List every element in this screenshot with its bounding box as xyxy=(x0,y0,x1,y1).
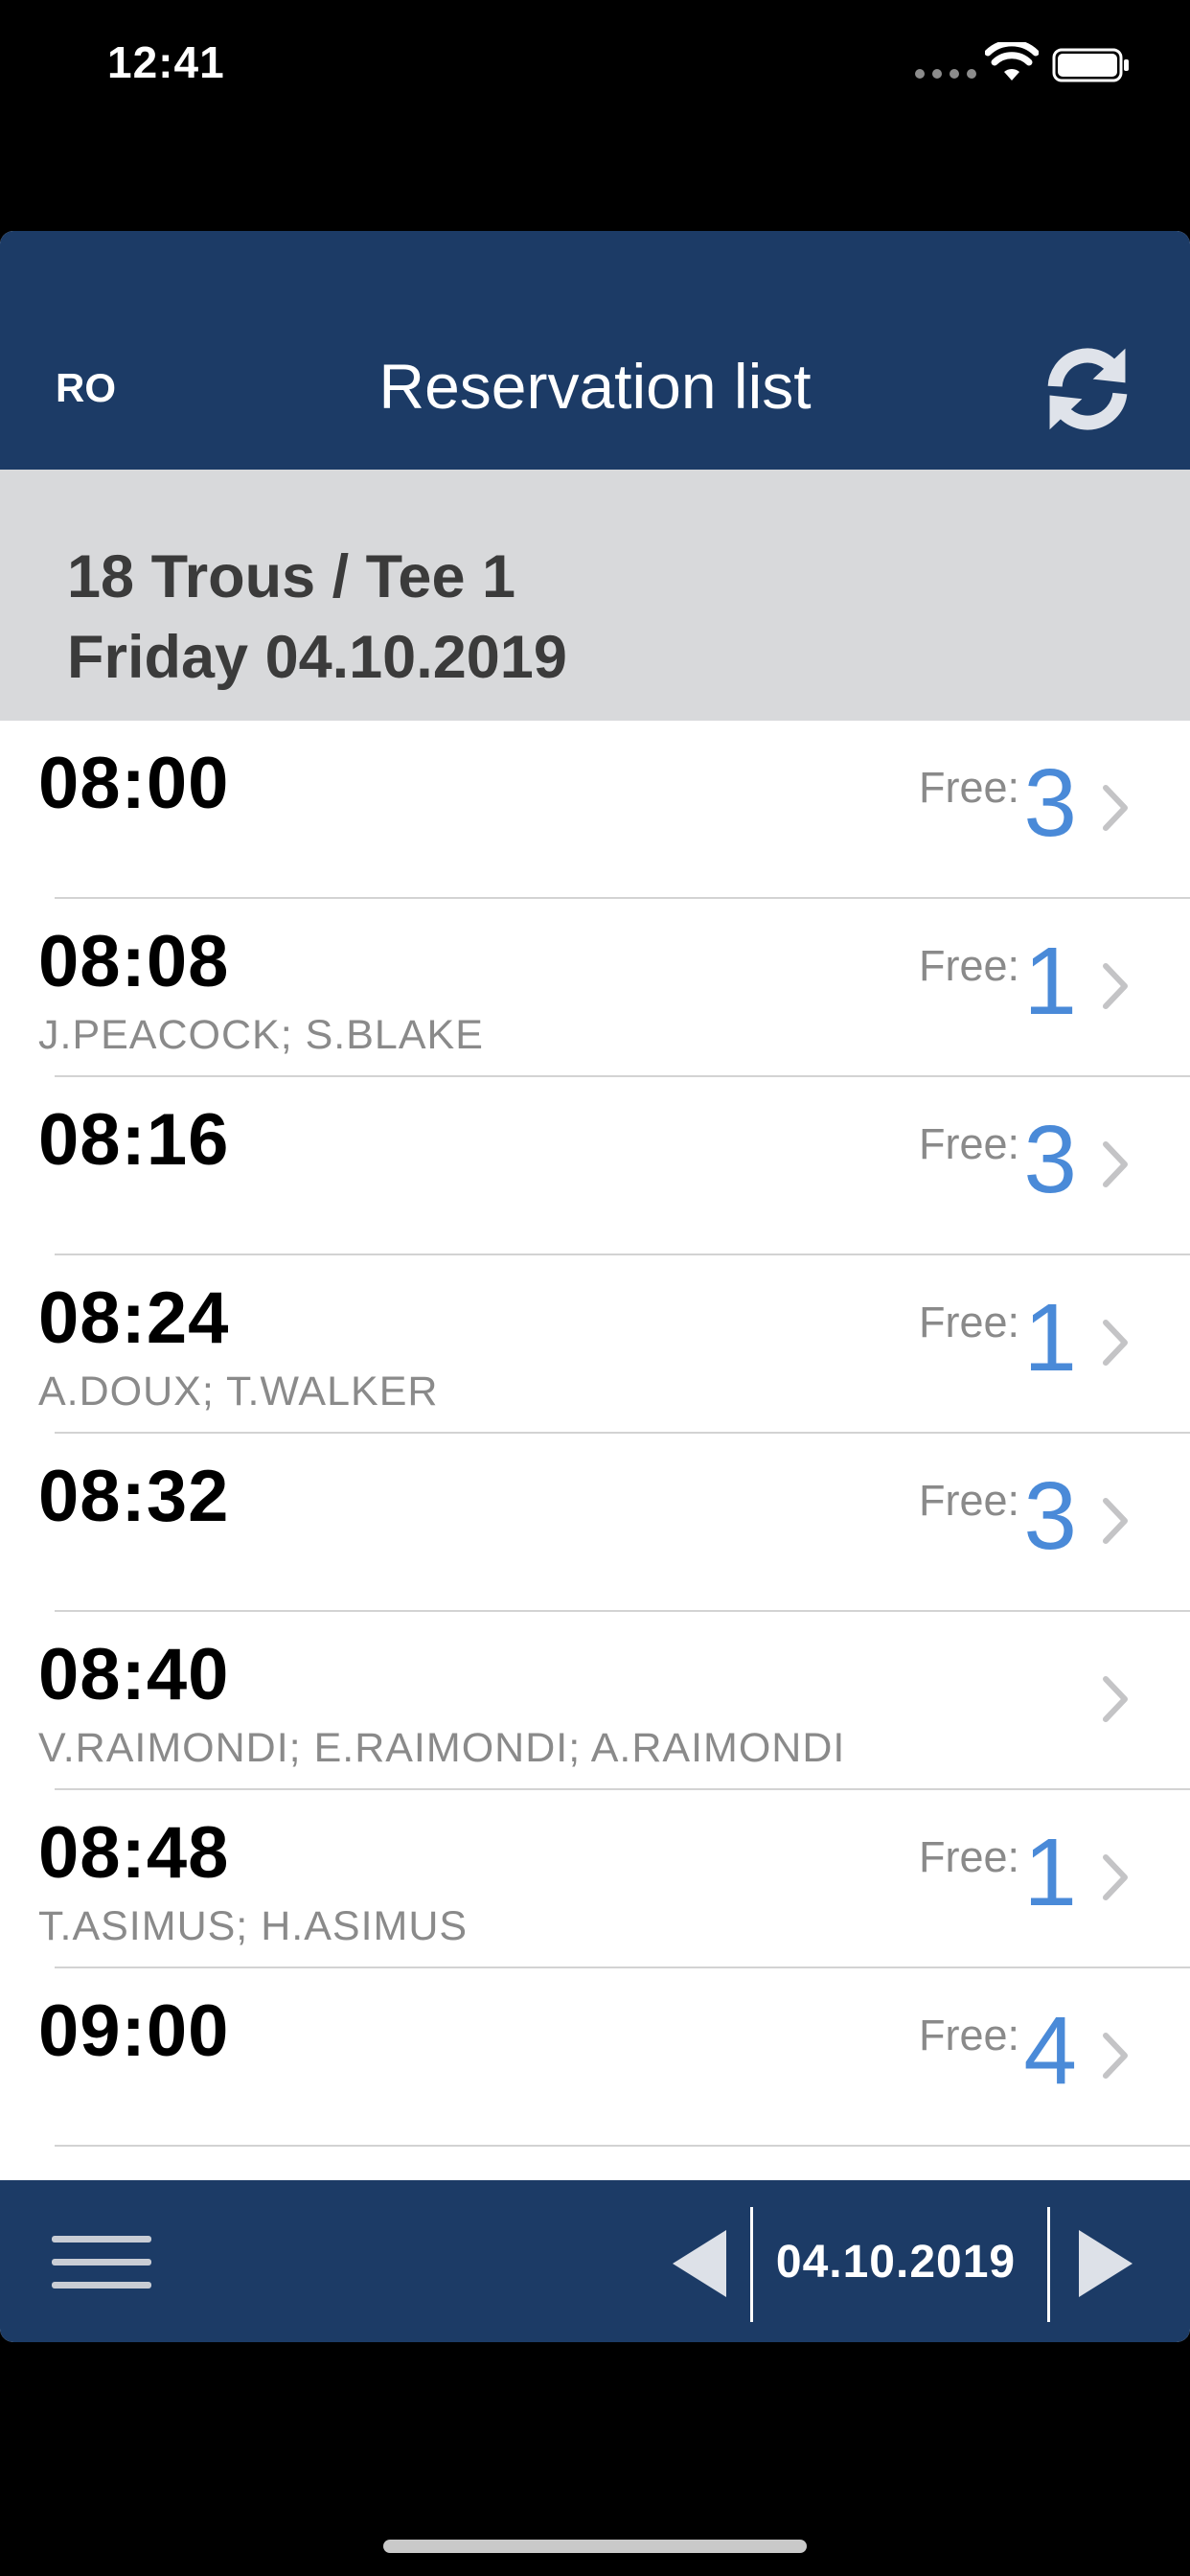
battery-icon xyxy=(1052,48,1129,82)
free-label: Free: xyxy=(918,941,1019,990)
course-label: 18 Trous / Tee 1 xyxy=(67,543,516,610)
free-label: Free: xyxy=(918,763,1019,812)
reservation-row[interactable]: 08:40 V.RAIMONDI; E.RAIMONDI; A.RAIMONDI xyxy=(0,1612,1190,1790)
free-count: 4 xyxy=(1023,1997,1077,2104)
toolbar-divider xyxy=(750,2207,753,2322)
free-count: 3 xyxy=(1023,749,1077,857)
tee-time: 08:24 xyxy=(38,1277,230,1359)
next-day-button[interactable] xyxy=(1077,2228,1134,2299)
tee-time: 09:00 xyxy=(38,1990,230,2072)
reservation-row[interactable]: 08:24 A.DOUX; T.WALKER Free: 1 xyxy=(0,1255,1190,1434)
reservation-list: 08:00 Free: 3 08:08 J.PEACOCK; S.BLAKE F… xyxy=(0,721,1190,2147)
free-count: 3 xyxy=(1023,1106,1077,1213)
tee-time: 08:40 xyxy=(38,1634,230,1715)
navigation-bar: RO Reservation list xyxy=(0,231,1190,470)
free-label: Free: xyxy=(918,1476,1019,1525)
chevron-right-icon xyxy=(1103,2033,1128,2079)
menu-icon[interactable] xyxy=(52,2234,151,2291)
player-names: J.PEACOCK; S.BLAKE xyxy=(38,1012,484,1058)
free-count: 1 xyxy=(1023,1284,1077,1392)
free-count: 1 xyxy=(1023,928,1077,1035)
free-label: Free: xyxy=(918,2011,1019,2059)
refresh-icon[interactable] xyxy=(1042,343,1133,433)
reservation-row[interactable]: 08:08 J.PEACOCK; S.BLAKE Free: 1 xyxy=(0,899,1190,1077)
free-label: Free: xyxy=(918,1298,1019,1346)
chevron-right-icon xyxy=(1103,1320,1128,1366)
free-label: Free: xyxy=(918,1832,1019,1881)
wifi-icon xyxy=(985,42,1039,80)
tee-time: 08:16 xyxy=(38,1099,230,1181)
chevron-right-icon xyxy=(1103,1854,1128,1900)
player-names: A.DOUX; T.WALKER xyxy=(38,1368,439,1414)
page-title: Reservation list xyxy=(378,351,812,422)
status-time: 12:41 xyxy=(107,37,225,87)
player-names: V.RAIMONDI; E.RAIMONDI; A.RAIMONDI xyxy=(38,1725,846,1771)
tee-time: 08:32 xyxy=(38,1456,230,1537)
tee-time: 08:08 xyxy=(38,921,230,1002)
previous-day-button[interactable] xyxy=(671,2228,728,2299)
reservation-row[interactable]: 08:16 Free: 3 xyxy=(0,1077,1190,1255)
chevron-right-icon xyxy=(1103,785,1128,831)
reservation-row[interactable]: 08:00 Free: 3 xyxy=(0,721,1190,899)
chevron-right-icon xyxy=(1103,963,1128,1009)
chevron-right-icon xyxy=(1103,1676,1128,1722)
date-heading: Friday 04.10.2019 xyxy=(67,624,567,691)
reservation-row[interactable]: 08:32 Free: 3 xyxy=(0,1434,1190,1612)
home-indicator xyxy=(383,2540,807,2553)
reservation-row[interactable]: 08:48 T.ASIMUS; H.ASIMUS Free: 1 xyxy=(0,1790,1190,1968)
toolbar-divider xyxy=(1047,2207,1050,2322)
free-count: 1 xyxy=(1023,1819,1077,1926)
section-header: 18 Trous / Tee 1 Friday 04.10.2019 xyxy=(0,470,1190,721)
cellular-signal-icon xyxy=(915,69,976,79)
free-label: Free: xyxy=(918,1119,1019,1168)
player-names: T.ASIMUS; H.ASIMUS xyxy=(38,1903,469,1949)
free-count: 3 xyxy=(1023,1462,1077,1570)
reservation-row[interactable]: 09:00 Free: 4 xyxy=(0,1968,1190,2147)
chevron-right-icon xyxy=(1103,1498,1128,1544)
bottom-toolbar: 04.10.2019 xyxy=(0,2180,1190,2342)
status-bar: 12:41 xyxy=(0,0,1190,134)
app-screen: RO Reservation list 18 Trous / Tee 1 Fri… xyxy=(0,231,1190,2342)
tee-time: 08:48 xyxy=(38,1812,230,1894)
current-date-button[interactable]: 04.10.2019 xyxy=(767,2236,1025,2288)
tee-time: 08:00 xyxy=(38,743,230,824)
chevron-right-icon xyxy=(1103,1141,1128,1187)
